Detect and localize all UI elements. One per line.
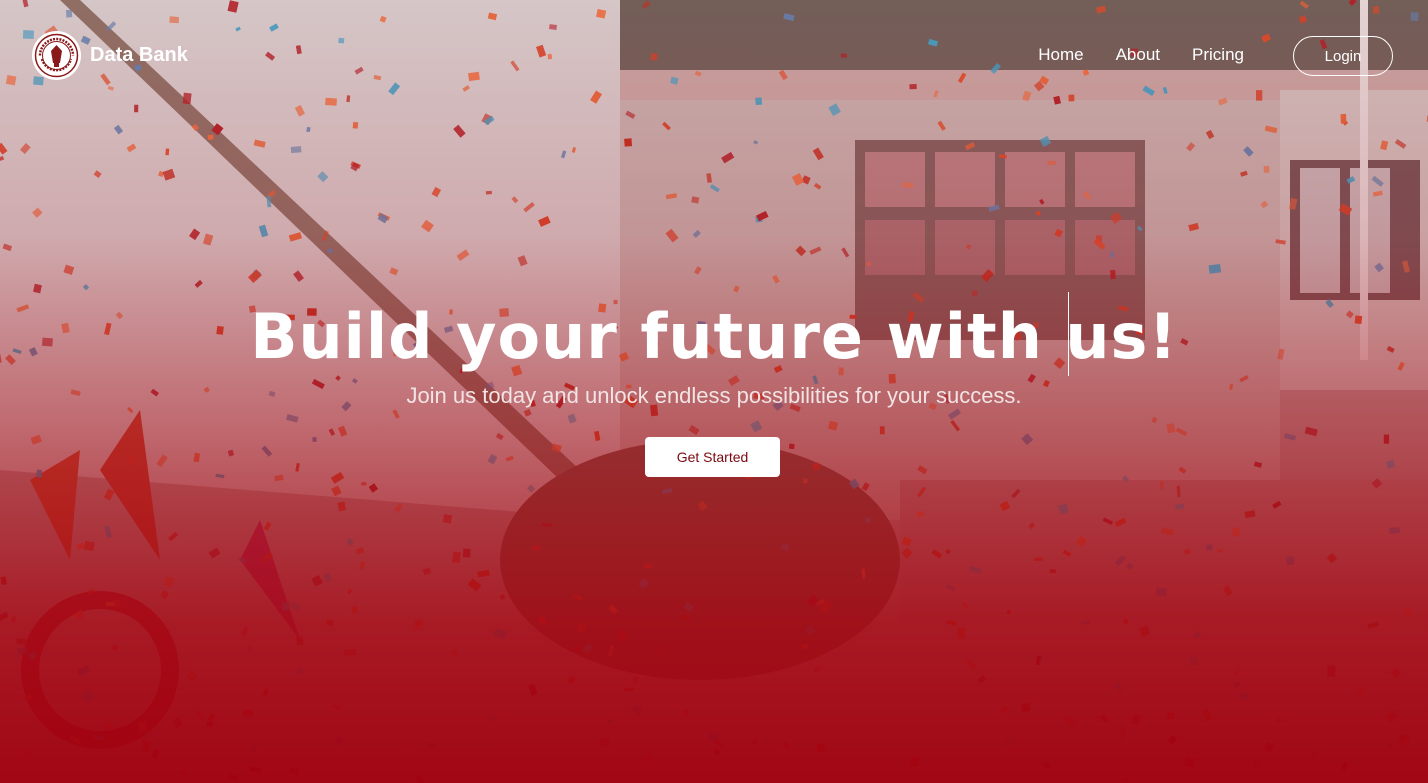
- top-navbar: Data Bank Home About Pricing Login: [0, 0, 1428, 112]
- login-button[interactable]: Login: [1293, 36, 1393, 76]
- brand[interactable]: Data Bank: [32, 31, 188, 80]
- text-cursor: [1068, 292, 1069, 376]
- nav-about-link[interactable]: About: [1116, 45, 1160, 65]
- brand-name: Data Bank: [90, 44, 188, 66]
- nav-pricing-link[interactable]: Pricing: [1192, 45, 1244, 65]
- hero-title: Build your future with us!: [250, 300, 1178, 373]
- hero-section: Data Bank Home About Pricing Login Build…: [0, 0, 1428, 783]
- college-seal-icon: [32, 31, 81, 80]
- nav-home-link[interactable]: Home: [1038, 45, 1083, 65]
- nav-links: Home About Pricing: [1038, 45, 1244, 65]
- get-started-button[interactable]: Get Started: [645, 437, 780, 477]
- hero-subtitle: Join us today and unlock endless possibi…: [406, 383, 1022, 408]
